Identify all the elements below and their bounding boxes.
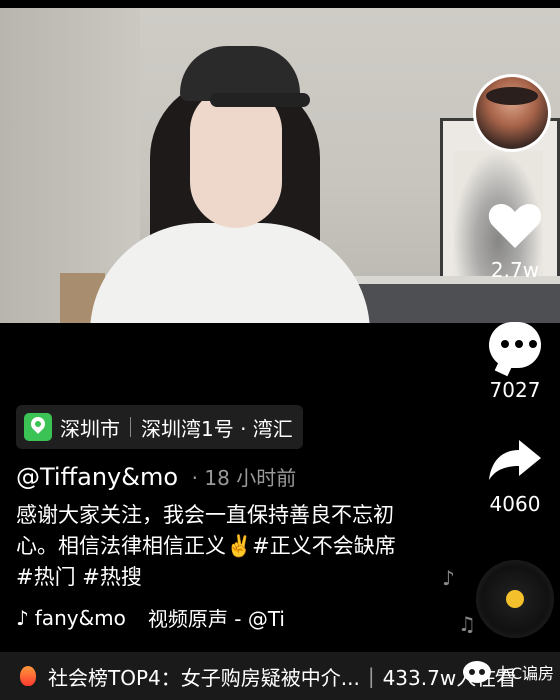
comment-count: 7027 [489, 378, 541, 402]
like-button[interactable]: 2.7w [480, 200, 550, 282]
music-bar[interactable]: ♪ fany&mo 视频原声 - @Ti [16, 603, 285, 632]
like-count: 2.7w [490, 258, 540, 282]
watermark: 小C谝房 [462, 660, 554, 684]
comment-button[interactable]: 7027 [480, 322, 550, 402]
comment-icon [489, 322, 541, 368]
location-city: 深圳市 [60, 416, 120, 441]
location-tag[interactable]: 深圳市 深圳湾1号 · 湾汇 [16, 405, 303, 449]
music-note-icon: ♪ [442, 566, 455, 590]
author-line: @Tiffany&mo · 18 小时前 [16, 462, 296, 491]
music-artist: fany&mo [34, 605, 126, 630]
share-button[interactable]: 4060 [480, 436, 550, 516]
wechat-icon [462, 661, 491, 683]
location-place: 深圳湾1号 · 湾汇 [141, 416, 293, 441]
share-count: 4060 [489, 492, 541, 516]
video-person [90, 38, 370, 323]
author-avatar[interactable] [473, 74, 551, 152]
location-pin-icon [24, 413, 52, 441]
tiktok-icon: ♪ [16, 605, 29, 630]
hot-ranking-divider: | [367, 664, 375, 688]
heart-icon [488, 204, 542, 248]
music-track: 视频原声 - @Ti [147, 607, 285, 631]
video-frame[interactable] [0, 8, 560, 323]
music-disc[interactable] [476, 560, 554, 638]
video-caption: 感谢大家关注，我会一直保持善良不忘初心。相信法律相信正义✌️#正义不会缺席 #热… [16, 503, 396, 589]
location-divider [130, 417, 131, 437]
flame-icon [20, 666, 36, 686]
watermark-text: 小C谝房 [494, 664, 554, 683]
music-note-icon: ♫ [458, 612, 476, 636]
author-handle[interactable]: @Tiffany&mo [16, 463, 178, 491]
post-time: · 18 小时前 [191, 466, 297, 490]
share-icon [489, 440, 541, 480]
hot-ranking-text: 社会榜TOP4：女子购房疑被中介... [48, 665, 360, 690]
disc-center [506, 590, 524, 608]
